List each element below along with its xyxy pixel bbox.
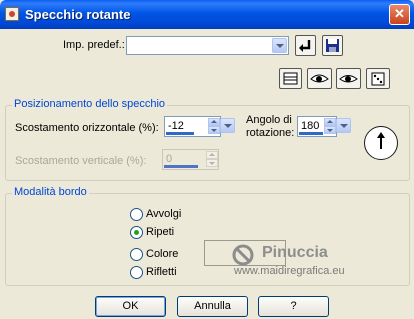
rotation-angle-value: 180: [301, 120, 320, 132]
chevron-down-icon[interactable]: [220, 118, 235, 133]
watermark-name: Pinuccia: [262, 244, 328, 261]
arrow-up-icon[interactable]: [324, 118, 336, 126]
mirror-position-title: Posizionamento dello specchio: [12, 98, 168, 110]
save-disk-icon: [326, 39, 339, 52]
vertical-offset-arrows: [206, 151, 218, 168]
dice-icon: [371, 72, 385, 86]
eye-icon: [310, 74, 329, 83]
radio-label-avvolgi[interactable]: Avvolgi: [146, 208, 181, 220]
radio-avvolgi[interactable]: [130, 208, 143, 221]
horizontal-offset-label: Scostamento orizzontale (%):: [15, 122, 159, 134]
radio-rifletti[interactable]: [130, 266, 143, 279]
app-icon: [5, 7, 19, 21]
watermark-url: www.maidiregrafica.eu: [234, 265, 345, 277]
rotation-angle-label-2: rotazione:: [246, 127, 295, 139]
horizontal-offset-spinner[interactable]: -12: [164, 116, 235, 137]
radio-label-colore[interactable]: Colore: [146, 248, 178, 260]
radio-label-ripeti[interactable]: Ripeti: [146, 226, 174, 238]
rotation-angle-bar: [299, 132, 323, 135]
angle-dial[interactable]: [364, 126, 398, 160]
arrow-up-icon[interactable]: [208, 118, 220, 126]
arrow-down-icon[interactable]: [324, 126, 336, 134]
load-arrow-icon: [299, 40, 311, 52]
random-dice-button[interactable]: [366, 68, 390, 89]
edge-mode-title: Modalità bordo: [12, 186, 89, 198]
auto-proof-button[interactable]: [336, 68, 361, 89]
vertical-offset-value: 0: [166, 153, 173, 165]
close-icon: ✕: [394, 6, 405, 21]
rotation-angle-label-1: Angolo di: [246, 114, 292, 126]
vertical-offset-spinner: 0: [162, 149, 219, 170]
rotation-angle-arrows[interactable]: [324, 118, 336, 135]
preset-label: Imp. predef.:: [63, 39, 125, 51]
ok-button[interactable]: OK: [95, 296, 166, 317]
title-bar: Specchio rotante ✕: [0, 0, 414, 29]
randomize-button[interactable]: [279, 68, 302, 89]
arrow-up-icon: [206, 151, 218, 159]
arrow-down-icon: [206, 159, 218, 167]
angle-needle-icon: [377, 132, 385, 149]
save-preset-button[interactable]: [322, 35, 343, 56]
load-preset-button[interactable]: [295, 35, 316, 56]
vertical-offset-label: Scostamento verticale (%):: [15, 155, 147, 167]
arrow-down-icon[interactable]: [208, 126, 220, 134]
eye-icon: [339, 75, 358, 83]
table-icon: [283, 72, 298, 85]
window-title: Specchio rotante: [25, 7, 131, 22]
vertical-offset-bar: [164, 165, 198, 168]
proof-toggle-button[interactable]: [307, 68, 332, 89]
no-sign-icon: [232, 244, 254, 266]
horizontal-offset-arrows[interactable]: [208, 118, 220, 135]
horizontal-offset-value: -12: [168, 120, 184, 132]
preset-dropdown[interactable]: [126, 36, 289, 55]
cancel-button[interactable]: Annulla: [177, 296, 248, 317]
chevron-down-icon[interactable]: [336, 118, 351, 133]
help-button[interactable]: ?: [258, 296, 329, 317]
horizontal-offset-bar: [166, 132, 194, 135]
radio-label-rifletti[interactable]: Rifletti: [146, 266, 177, 278]
radio-ripeti[interactable]: [130, 226, 143, 239]
rotation-angle-spinner[interactable]: 180: [297, 116, 351, 137]
chevron-down-icon[interactable]: [272, 38, 287, 53]
radio-colore[interactable]: [130, 248, 143, 261]
close-button[interactable]: ✕: [389, 4, 410, 25]
